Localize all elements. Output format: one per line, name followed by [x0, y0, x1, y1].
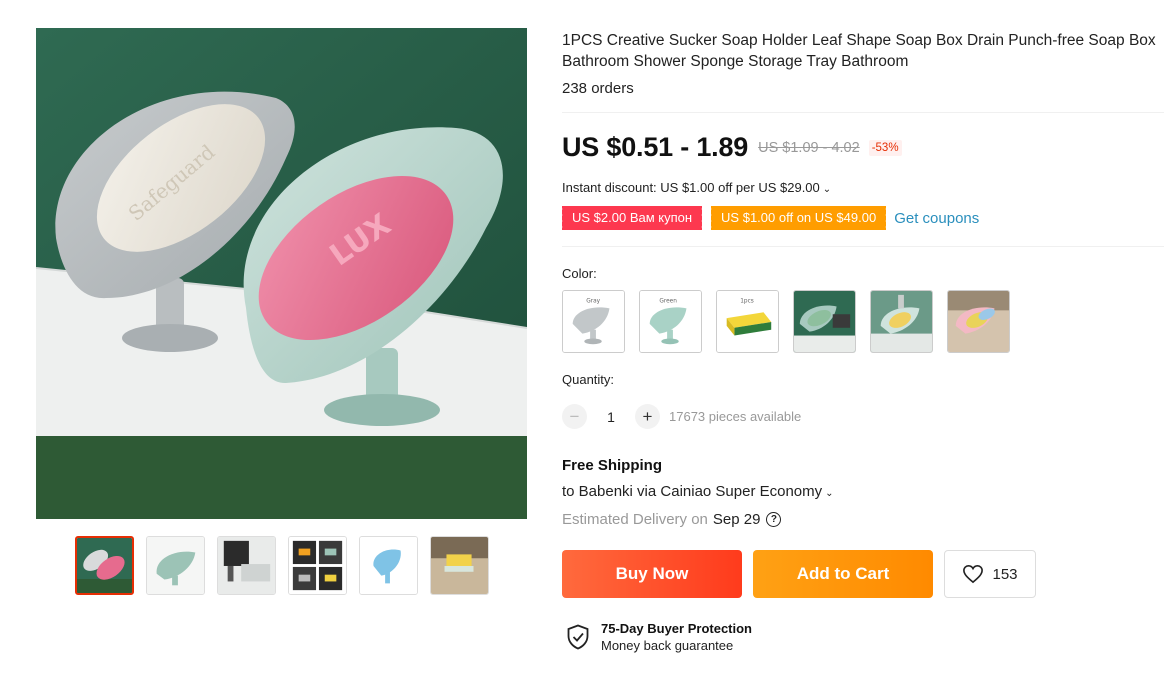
- coupon-badge-1[interactable]: US $2.00 Вам купон: [559, 206, 705, 230]
- shipping-title: Free Shipping: [562, 457, 663, 474]
- color-option-photo-3[interactable]: [947, 290, 1010, 353]
- coupon-row: US $2.00 Вам купон US $1.00 off on US $4…: [559, 206, 979, 230]
- shield-check-icon: [567, 624, 589, 650]
- orders-count: 238 orders: [562, 80, 634, 97]
- buy-now-button[interactable]: Buy Now: [562, 550, 742, 598]
- shipping-method[interactable]: to Babenki via Cainiao Super Economy ⌄: [562, 483, 834, 500]
- thumb-color-grid-icon: [289, 537, 346, 594]
- quantity-label: Quantity:: [562, 372, 615, 387]
- color-option-green[interactable]: Green: [639, 290, 702, 353]
- product-title: 1PCS Creative Sucker Soap Holder Leaf Sh…: [562, 32, 1156, 70]
- discount-badge: -53%: [868, 139, 902, 156]
- color-option-photo-1[interactable]: [793, 290, 856, 353]
- thumbnail-strip: [75, 536, 489, 595]
- thumbnail-2[interactable]: [146, 536, 205, 595]
- color-swatches: Gray Green 1pcs: [562, 290, 1010, 353]
- photo-swatch-icon: [948, 291, 1009, 352]
- soap-holder-photo: Safeguard LUX: [36, 28, 527, 519]
- photo-swatch-icon: [871, 291, 932, 352]
- sponge-icon: 1pcs: [717, 291, 778, 352]
- thumbnail-5[interactable]: [359, 536, 418, 595]
- instant-discount[interactable]: Instant discount: US $1.00 off per US $2…: [562, 180, 831, 195]
- divider: [562, 112, 1164, 113]
- original-price: US $1.09 - 4.02: [758, 139, 860, 156]
- thumb-faucet-sink-icon: [218, 537, 275, 594]
- instant-discount-text: Instant discount: US $1.00 off per US $2…: [562, 180, 820, 195]
- swatch-tag: 1pcs: [740, 299, 754, 305]
- protection-subtitle: Money back guarantee: [601, 638, 734, 653]
- quantity-stepper: − 1 + 17673 pieces available: [562, 404, 801, 429]
- add-to-cart-button[interactable]: Add to Cart: [753, 550, 933, 598]
- thumb-sponge-tray-icon: [431, 537, 488, 594]
- estimated-delivery-date: Sep 29: [712, 511, 761, 528]
- thumb-green-leaf-icon: [147, 537, 204, 594]
- quantity-decrease-button[interactable]: −: [562, 404, 587, 429]
- action-buttons: Buy Now Add to Cart 153: [562, 550, 1036, 598]
- buyer-protection: 75-Day Buyer Protection Money back guara…: [566, 620, 752, 654]
- divider: [562, 246, 1164, 247]
- coupon-badge-2[interactable]: US $1.00 off on US $49.00: [709, 206, 889, 230]
- color-option-photo-2[interactable]: [870, 290, 933, 353]
- wishlist-count: 153: [992, 565, 1018, 583]
- thumb-soap-pair-icon: [77, 538, 132, 593]
- color-option-sponge[interactable]: 1pcs: [716, 290, 779, 353]
- pieces-available: 17673 pieces available: [669, 409, 802, 424]
- thumbnail-6[interactable]: [430, 536, 489, 595]
- estimated-delivery-label: Estimated Delivery on: [562, 511, 708, 528]
- protection-title: 75-Day Buyer Protection: [601, 621, 752, 636]
- get-coupons-link[interactable]: Get coupons: [894, 210, 979, 227]
- color-label: Color:: [562, 266, 597, 281]
- quantity-value[interactable]: 1: [587, 409, 635, 425]
- thumbnail-4[interactable]: [288, 536, 347, 595]
- thumbnail-1[interactable]: [75, 536, 134, 595]
- wishlist-button[interactable]: 153: [944, 550, 1036, 598]
- gray-holder-icon: Gray: [563, 291, 624, 352]
- price-row: US $0.51 - 1.89 US $1.09 - 4.02 -53%: [562, 132, 902, 163]
- thumb-blue-leaf-icon: [360, 537, 417, 594]
- price: US $0.51 - 1.89: [562, 132, 749, 162]
- chevron-down-icon: ⌄: [822, 184, 832, 195]
- estimated-delivery: Estimated Delivery on Sep 29 ?: [562, 511, 782, 528]
- swatch-tag: Green: [659, 299, 677, 305]
- green-holder-icon: Green: [640, 291, 701, 352]
- thumbnail-3[interactable]: [217, 536, 276, 595]
- help-icon[interactable]: ?: [766, 512, 782, 527]
- heart-icon: [963, 564, 984, 584]
- photo-swatch-icon: [794, 291, 855, 352]
- color-option-gray[interactable]: Gray: [562, 290, 625, 353]
- quantity-increase-button[interactable]: +: [635, 404, 660, 429]
- main-product-image[interactable]: Safeguard LUX: [36, 28, 527, 519]
- shipping-destination: to Babenki via Cainiao Super Economy: [562, 483, 823, 500]
- swatch-tag: Gray: [586, 299, 600, 305]
- chevron-down-icon: ⌄: [825, 488, 834, 499]
